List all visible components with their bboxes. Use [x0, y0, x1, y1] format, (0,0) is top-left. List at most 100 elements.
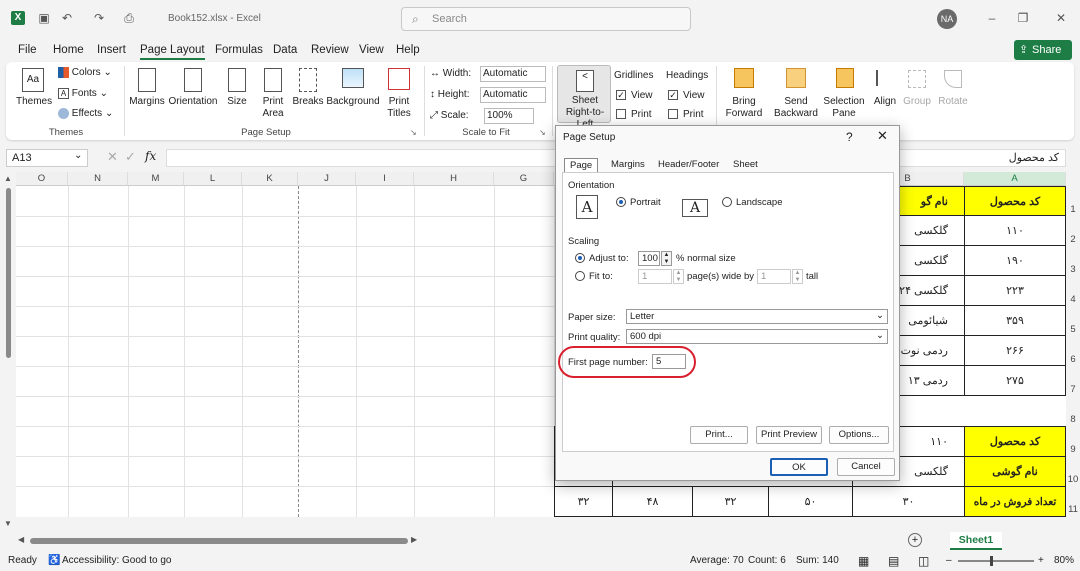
paper-size-select[interactable]: Letter: [626, 309, 888, 324]
cell-a10[interactable]: نام گوشی: [964, 456, 1066, 487]
background-button[interactable]: Background: [326, 66, 380, 122]
vertical-scrollbar[interactable]: ▲ ▼: [1, 172, 15, 532]
row-header-11[interactable]: 11: [1066, 504, 1080, 515]
tab-formulas[interactable]: Formulas: [215, 44, 263, 56]
paper-size-chevron-icon[interactable]: ⌄: [876, 310, 884, 321]
colors-button[interactable]: Colors ⌄: [58, 67, 112, 81]
fit-wide-spinner-icon[interactable]: ▲ ▼: [673, 269, 684, 284]
confirm-entry-icon[interactable]: ✓: [125, 149, 136, 165]
cell-a6[interactable]: ۲۶۶: [964, 335, 1066, 366]
adjust-spinner-icon[interactable]: ▲ ▼: [661, 251, 672, 266]
headings-view-checkbox[interactable]: ✓: [668, 90, 678, 100]
column-header-g[interactable]: G: [494, 172, 554, 186]
name-box-dropdown-icon[interactable]: ⌄: [74, 150, 82, 161]
cell-f11[interactable]: ۳۲: [554, 486, 613, 517]
print-preview-icon[interactable]: ⎙: [122, 11, 136, 25]
zoom-level[interactable]: 80%: [1054, 551, 1074, 571]
row-header-1[interactable]: 1: [1066, 204, 1080, 215]
print-quality-select[interactable]: 600 dpi: [626, 329, 888, 344]
tab-data[interactable]: Data: [273, 44, 297, 56]
scale-launcher-icon[interactable]: ↘: [539, 128, 546, 137]
minimize-icon[interactable]: –: [985, 11, 999, 25]
zoom-slider[interactable]: [958, 560, 1034, 562]
tab-margins[interactable]: Margins: [611, 159, 645, 170]
margins-button[interactable]: Margins: [128, 66, 166, 122]
close-dialog-icon[interactable]: ✕: [877, 128, 888, 144]
scroll-thumb[interactable]: [6, 188, 11, 358]
send-backward-button[interactable]: Send Backward: [770, 66, 822, 122]
search-box[interactable]: ⌕ Search: [401, 7, 691, 31]
breaks-button[interactable]: Breaks: [292, 66, 324, 122]
scroll-down-icon[interactable]: ▼: [4, 519, 12, 528]
fit-wide-input[interactable]: 1: [638, 269, 672, 284]
orientation-button[interactable]: Orientation: [168, 66, 218, 122]
zoom-slider-thumb[interactable]: [990, 556, 993, 566]
scroll-right-icon[interactable]: ▶: [411, 535, 417, 544]
tab-page[interactable]: Page: [564, 158, 599, 173]
column-header-o[interactable]: O: [16, 172, 68, 186]
cell-a11[interactable]: تعداد فروش در ماه: [964, 486, 1066, 517]
horizontal-scroll-thumb[interactable]: [30, 538, 408, 544]
page-break-view-icon[interactable]: ◫: [918, 551, 929, 571]
column-header-m[interactable]: M: [128, 172, 184, 186]
cell-a2[interactable]: ۱۱۰: [964, 215, 1066, 246]
cancel-entry-icon[interactable]: ✕: [107, 149, 118, 165]
fonts-button[interactable]: A Fonts ⌄: [58, 88, 108, 102]
row-header-4[interactable]: 4: [1066, 294, 1080, 305]
cell-c11[interactable]: ۵۰: [768, 486, 853, 517]
sheet-tab-sheet1[interactable]: Sheet1: [950, 532, 1002, 550]
width-select[interactable]: Automatic: [480, 66, 546, 82]
avatar[interactable]: NA: [937, 9, 957, 29]
themes-button[interactable]: Aa Themes: [16, 66, 52, 122]
cell-e11[interactable]: ۴۸: [612, 486, 693, 517]
cell-a7[interactable]: ۲۷۵: [964, 365, 1066, 396]
help-button[interactable]: ?: [846, 130, 853, 144]
zoom-out-icon[interactable]: –: [946, 551, 952, 571]
close-window-icon[interactable]: ✕: [1054, 11, 1068, 25]
row-header-9[interactable]: 9: [1066, 444, 1080, 455]
share-button[interactable]: ⇪ Share ⌄: [1014, 40, 1072, 76]
column-header-n[interactable]: N: [68, 172, 128, 186]
column-header-k[interactable]: K: [242, 172, 298, 186]
fit-tall-input[interactable]: 1: [757, 269, 791, 284]
bring-forward-button[interactable]: Bring Forward: [720, 66, 768, 122]
gridlines-view-checkbox[interactable]: ✓: [616, 90, 626, 100]
row-header-6[interactable]: 6: [1066, 354, 1080, 365]
row-header-8[interactable]: 8: [1066, 414, 1080, 425]
cell-b11[interactable]: ۳۰: [852, 486, 965, 517]
row-header-10[interactable]: 10: [1066, 474, 1080, 485]
selection-pane-button[interactable]: Selection Pane: [822, 66, 866, 122]
tab-sheet[interactable]: Sheet: [733, 159, 758, 170]
scroll-up-icon[interactable]: ▲: [4, 174, 12, 183]
tab-view[interactable]: View: [359, 44, 384, 56]
accessibility-status[interactable]: Accessibility: Good to go: [62, 551, 172, 571]
gridlines-print-checkbox[interactable]: [616, 109, 626, 119]
adjust-to-radio[interactable]: [575, 253, 585, 263]
options-button[interactable]: Options...: [829, 426, 889, 444]
column-header-h[interactable]: H: [414, 172, 494, 186]
worksheet-grid[interactable]: O N M L K J I H G F E D C B A نام گو کد …: [16, 172, 1078, 517]
row-header-2[interactable]: 2: [1066, 234, 1080, 245]
add-sheet-icon[interactable]: +: [908, 533, 922, 547]
align-button[interactable]: Align: [870, 66, 900, 122]
tab-help[interactable]: Help: [396, 44, 420, 56]
fit-tall-spinner-icon[interactable]: ▲ ▼: [792, 269, 803, 284]
zoom-in-icon[interactable]: +: [1038, 551, 1044, 571]
height-select[interactable]: Automatic: [480, 87, 546, 103]
page-layout-view-icon[interactable]: ▤: [888, 551, 899, 571]
cell-a9[interactable]: کد محصول: [964, 426, 1066, 457]
ok-button[interactable]: OK: [770, 458, 828, 476]
scroll-left-icon[interactable]: ◀: [18, 535, 24, 544]
page-setup-launcher-icon[interactable]: ↘: [410, 128, 417, 137]
portrait-radio[interactable]: [616, 197, 626, 207]
print-button[interactable]: Print...: [690, 426, 748, 444]
print-area-button[interactable]: Print Area: [256, 66, 290, 122]
landscape-radio[interactable]: [722, 197, 732, 207]
column-header-i[interactable]: I: [356, 172, 414, 186]
adjust-to-input[interactable]: 100: [638, 251, 660, 266]
redo-icon[interactable]: ↷: [92, 11, 106, 25]
cell-a1[interactable]: کد محصول: [964, 186, 1066, 216]
print-titles-button[interactable]: Print Titles: [384, 66, 414, 122]
tab-home[interactable]: Home: [53, 44, 84, 56]
row-header-5[interactable]: 5: [1066, 324, 1080, 335]
